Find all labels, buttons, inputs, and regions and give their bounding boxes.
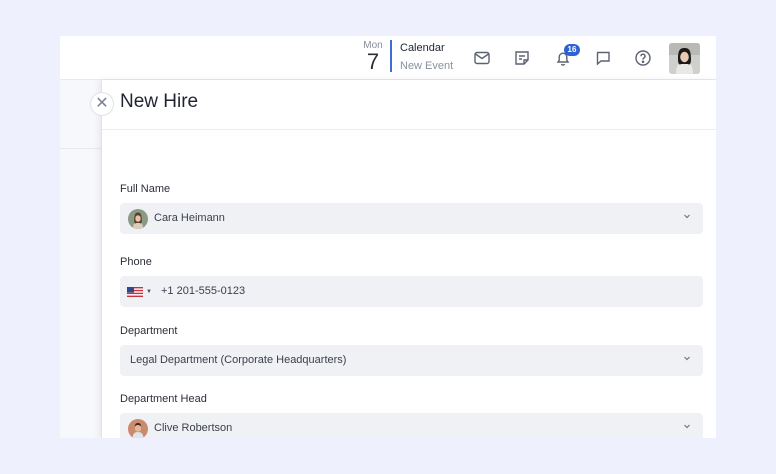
close-icon: ✕ bbox=[95, 95, 109, 112]
department-head-value: Clive Robertson bbox=[154, 422, 233, 434]
clive-avatar bbox=[128, 419, 148, 438]
close-button[interactable]: ✕ bbox=[90, 92, 114, 116]
notes-icon[interactable] bbox=[512, 48, 532, 68]
phone-field[interactable]: ▼ +1 201-555-0123 bbox=[120, 276, 703, 307]
full-name-select[interactable]: Cara Heimann bbox=[120, 203, 703, 234]
country-caret-icon[interactable]: ▼ bbox=[146, 289, 152, 295]
notification-badge: 16 bbox=[564, 44, 580, 56]
background-list-pane bbox=[60, 80, 102, 438]
chat-icon[interactable] bbox=[593, 48, 613, 68]
day-number: 7 bbox=[366, 49, 380, 74]
help-icon[interactable] bbox=[633, 48, 653, 68]
calendar-title: Calendar bbox=[400, 42, 445, 54]
panel-title: New Hire bbox=[120, 91, 199, 112]
chevron-down-icon bbox=[684, 214, 690, 219]
department-value: Legal Department (Corporate Headquarters… bbox=[130, 354, 347, 366]
department-head-label: Department Head bbox=[120, 393, 207, 405]
phone-label: Phone bbox=[120, 256, 152, 268]
header-divider bbox=[102, 129, 716, 130]
department-label: Department bbox=[120, 325, 178, 337]
calendar-shortcut[interactable]: Calendar New Event bbox=[400, 41, 453, 73]
department-select[interactable]: Legal Department (Corporate Headquarters… bbox=[120, 345, 703, 376]
mail-icon[interactable] bbox=[472, 48, 492, 68]
chevron-down-icon bbox=[684, 356, 690, 361]
date-widget[interactable]: Mon 7 bbox=[360, 40, 386, 73]
chevron-down-icon bbox=[684, 424, 690, 429]
app-window: Mon 7 Calendar New Event 16 ✕ New Hire F… bbox=[60, 36, 716, 438]
phone-input[interactable]: +1 201-555-0123 bbox=[161, 285, 245, 297]
full-name-value: Cara Heimann bbox=[154, 212, 225, 224]
top-bar: Mon 7 Calendar New Event 16 bbox=[60, 36, 716, 80]
full-name-label: Full Name bbox=[120, 183, 171, 195]
new-hire-panel: ✕ New Hire Full Name Cara Heimann Phone bbox=[90, 80, 716, 438]
department-head-select[interactable]: Clive Robertson bbox=[120, 413, 703, 438]
user-avatar[interactable] bbox=[669, 43, 700, 74]
cara-avatar bbox=[128, 209, 148, 229]
date-divider bbox=[390, 40, 392, 72]
us-flag-icon[interactable] bbox=[127, 287, 143, 297]
list-divider bbox=[60, 148, 102, 149]
calendar-new-event-link[interactable]: New Event bbox=[400, 59, 453, 73]
